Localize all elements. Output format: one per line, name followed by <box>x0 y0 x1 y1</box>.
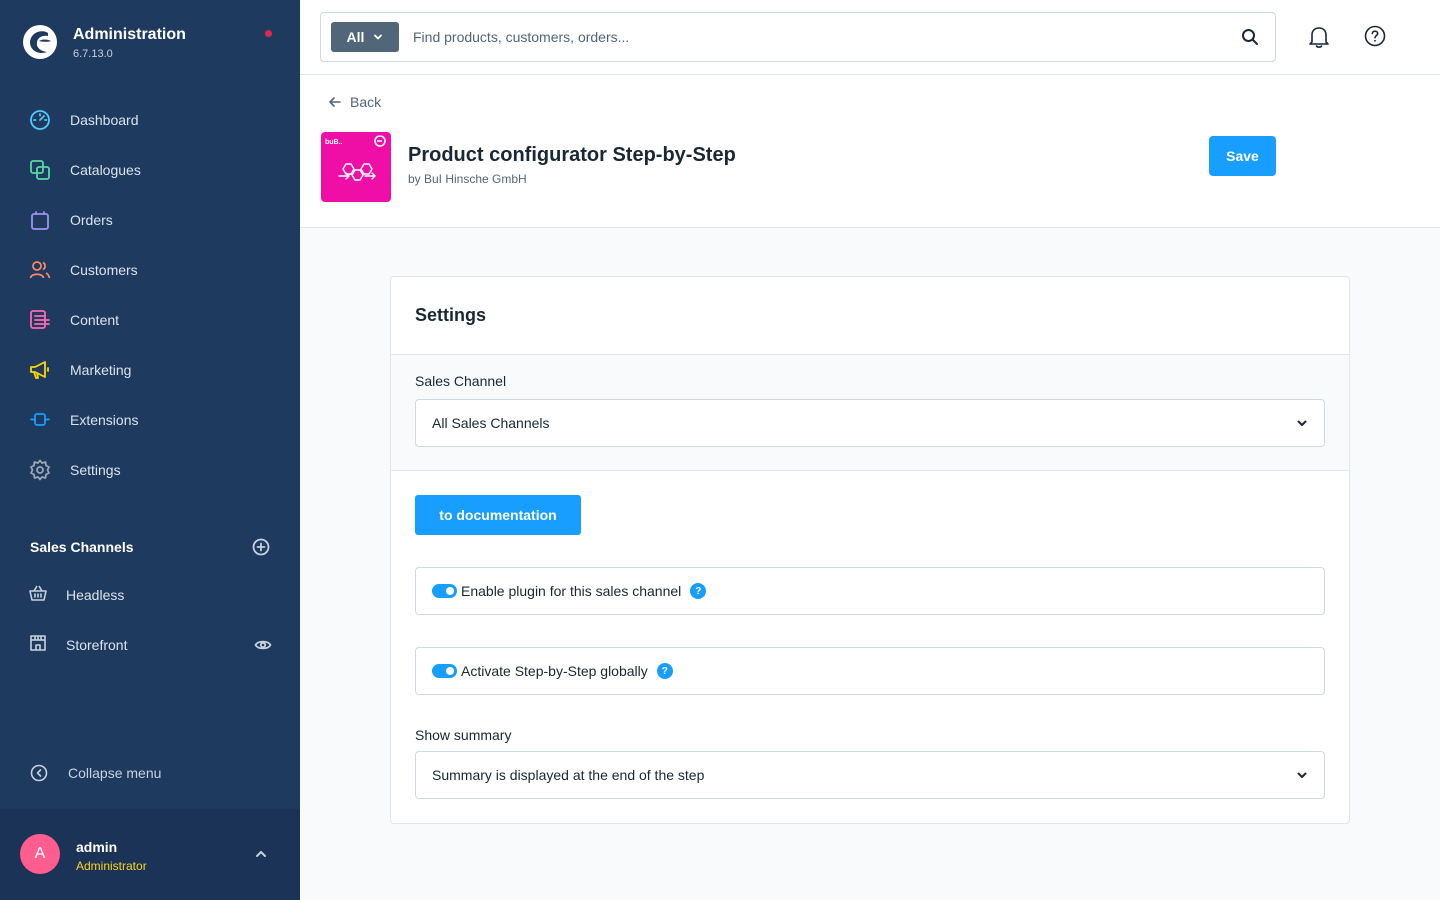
brand-title: Administration <box>73 25 186 43</box>
page-title: Product configurator Step-by-Step <box>408 144 736 166</box>
enable-plugin-label: Enable plugin for this sales channel <box>461 583 682 599</box>
nav-item-customers[interactable]: Customers <box>0 245 300 295</box>
chevron-down-icon <box>1297 420 1307 426</box>
collapse-menu[interactable]: Collapse menu <box>30 764 161 782</box>
bell-icon[interactable] <box>1308 25 1330 49</box>
nav-label: Dashboard <box>70 112 139 128</box>
sales-channel-label: Sales Channel <box>415 373 507 389</box>
shopware-logo-icon <box>23 25 57 59</box>
nav-label: Content <box>70 312 120 328</box>
settings-icon <box>28 458 52 482</box>
chevron-up-icon <box>256 851 266 857</box>
nav-label: Catalogues <box>70 162 141 178</box>
sales-channel-list: Headless Storefront <box>0 570 300 670</box>
enable-plugin-field: Enable plugin for this sales channel ? <box>415 567 1325 615</box>
nav-item-marketing[interactable]: Marketing <box>0 345 300 395</box>
search-input[interactable] <box>413 21 1213 53</box>
collapse-menu-label: Collapse menu <box>68 765 162 781</box>
nav-item-orders[interactable]: Orders <box>0 195 300 245</box>
search-icon[interactable] <box>1241 28 1259 46</box>
save-button[interactable]: Save <box>1209 136 1276 176</box>
sales-channel-label: Storefront <box>66 637 128 653</box>
activate-globally-switch[interactable] <box>432 664 457 678</box>
back-link[interactable]: Back <box>328 94 381 110</box>
marketing-icon <box>28 358 52 382</box>
sales-channel-section: Sales Channel All Sales Channels <box>391 354 1349 471</box>
sales-channel-headless[interactable]: Headless <box>0 570 300 620</box>
settings-card: Settings Sales Channel All Sales Channel… <box>390 276 1350 824</box>
brand[interactable]: Administration 6.7.13.0 <box>22 24 186 60</box>
show-summary-select[interactable]: Summary is displayed at the end of the s… <box>415 751 1325 799</box>
status-dot <box>265 30 272 37</box>
nav-label: Marketing <box>70 362 132 378</box>
search-type-select[interactable]: All <box>331 22 399 52</box>
sales-channels-title: Sales Channels <box>30 539 134 555</box>
sales-channel-label: Headless <box>66 587 125 603</box>
nav-label: Orders <box>70 212 113 228</box>
nav-item-catalogues[interactable]: Catalogues <box>0 145 300 195</box>
eye-icon[interactable] <box>254 636 272 654</box>
card-title: Settings <box>415 305 487 325</box>
dashboard-icon <box>28 108 52 132</box>
global-search: All <box>320 12 1276 62</box>
user-role: Administrator <box>76 859 147 873</box>
svg-text:buB..: buB.. <box>325 139 343 146</box>
nav-item-settings[interactable]: Settings <box>0 445 300 495</box>
sales-channels-header: Sales Channels <box>30 538 270 556</box>
help-tooltip-icon[interactable]: ? <box>690 583 707 599</box>
nav-item-content[interactable]: Content <box>0 295 300 345</box>
help-icon[interactable] <box>1364 25 1386 47</box>
extensions-icon <box>28 408 52 432</box>
activate-globally-field: Activate Step-by-Step globally ? <box>415 647 1325 695</box>
sidebar: Administration 6.7.13.0 Dashboard Catalo… <box>0 0 300 900</box>
brand-version: 6.7.13.0 <box>73 47 113 60</box>
sales-channel-select[interactable]: All Sales Channels <box>415 399 1325 447</box>
catalogues-icon <box>28 158 52 182</box>
customers-icon <box>28 258 52 282</box>
enable-plugin-switch[interactable] <box>432 584 457 598</box>
search-type-label: All <box>346 29 365 45</box>
nav-label: Customers <box>70 262 138 278</box>
storefront-icon <box>28 633 48 658</box>
show-summary-label: Show summary <box>415 727 512 743</box>
back-label: Back <box>350 94 382 110</box>
plugin-author: by BuI Hinsche GmbH <box>408 172 527 186</box>
nav-item-extensions[interactable]: Extensions <box>0 395 300 445</box>
show-summary-value: Summary is displayed at the end of the s… <box>432 767 705 783</box>
help-tooltip-icon[interactable]: ? <box>656 663 673 679</box>
basket-icon <box>28 583 48 608</box>
chevron-down-icon <box>374 34 383 40</box>
add-circle-icon[interactable] <box>252 538 270 556</box>
documentation-button[interactable]: to documentation <box>415 495 581 535</box>
nav-label: Settings <box>70 462 121 478</box>
user-menu[interactable]: A admin Administrator <box>0 809 300 900</box>
nav-label: Extensions <box>70 412 139 428</box>
chevron-left-circle-icon <box>30 764 48 782</box>
main-nav: Dashboard Catalogues Orders Customers Co… <box>0 95 300 495</box>
activate-globally-label: Activate Step-by-Step globally <box>461 663 648 679</box>
orders-icon <box>28 208 52 232</box>
content-icon <box>28 308 52 332</box>
sales-channel-storefront[interactable]: Storefront <box>0 620 300 670</box>
plugin-logo: buB.. <box>321 132 391 202</box>
nav-item-dashboard[interactable]: Dashboard <box>0 95 300 145</box>
avatar: A <box>20 834 60 874</box>
sales-channel-value: All Sales Channels <box>432 415 550 431</box>
topbar: All <box>300 0 1440 75</box>
page-header: Back buB.. Product configurator Step-by-… <box>300 75 1440 228</box>
user-name: admin <box>76 839 118 855</box>
arrow-left-icon <box>329 97 341 107</box>
chevron-down-icon <box>1297 772 1307 778</box>
